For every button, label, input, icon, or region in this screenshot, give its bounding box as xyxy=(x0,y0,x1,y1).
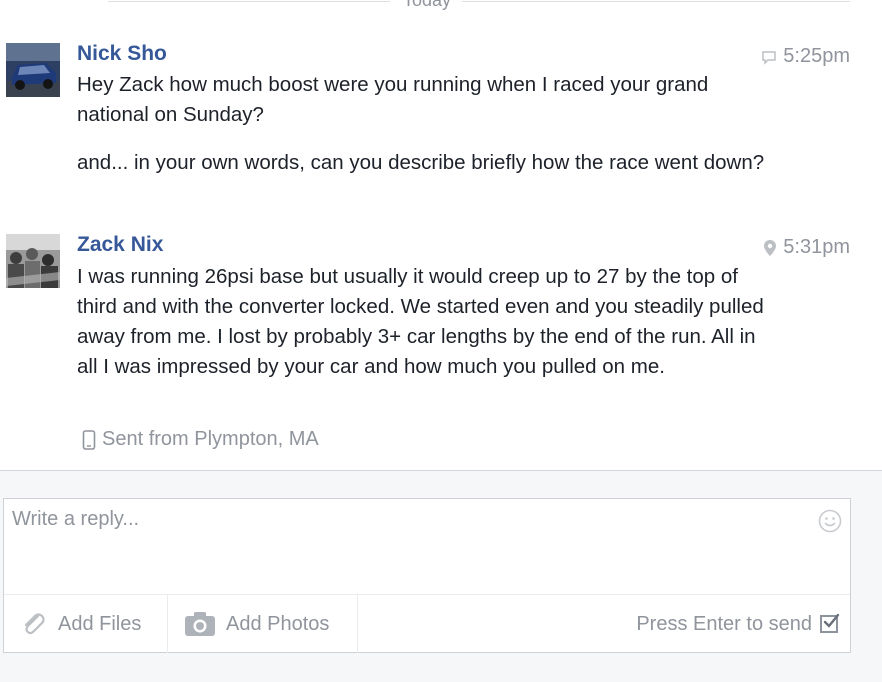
avatar-car-image xyxy=(6,43,60,97)
location-pin-icon xyxy=(764,239,777,256)
day-divider-label: Today xyxy=(402,0,452,10)
press-enter-checkbox[interactable] xyxy=(820,613,840,633)
camera-icon xyxy=(185,612,215,636)
reply-composer: Add Files Add Photos Press Enter to send xyxy=(3,498,851,653)
add-photos-label: Add Photos xyxy=(226,612,330,635)
message-time: 5:25pm xyxy=(761,45,850,68)
checkmark-icon xyxy=(823,613,840,628)
avatar-crowd-image xyxy=(6,234,60,288)
paperclip-icon xyxy=(24,613,45,635)
message-text: and... in your own words, can you descri… xyxy=(77,151,765,174)
message-text: Hey Zack how much boost were you running… xyxy=(77,73,709,126)
message-time: 5:31pm xyxy=(763,236,850,259)
avatar[interactable] xyxy=(6,234,60,288)
add-files-label: Add Files xyxy=(58,612,142,635)
emoji-icon[interactable] xyxy=(818,509,842,533)
sent-from: Sent from Plympton, MA xyxy=(82,428,319,451)
mobile-phone-icon xyxy=(82,429,96,450)
press-enter-label: Press Enter to send xyxy=(636,612,812,635)
avatar[interactable] xyxy=(6,43,60,97)
day-divider: Today xyxy=(0,0,860,14)
sent-from-label: Sent from Plympton, MA xyxy=(102,428,319,450)
reply-input[interactable] xyxy=(4,499,850,594)
message-time-label: 5:31pm xyxy=(783,236,850,258)
press-enter-toggle[interactable]: Press Enter to send xyxy=(636,595,840,653)
message-time-label: 5:25pm xyxy=(783,45,850,67)
add-photos-button[interactable]: Add Photos xyxy=(168,595,358,653)
composer-area: Add Files Add Photos Press Enter to send xyxy=(0,470,882,682)
message-thread: Today Nick Sho 5:25pm Hey Zack how much … xyxy=(0,0,882,470)
message-author[interactable]: Zack Nix xyxy=(77,233,163,257)
message-text: I was running 26psi base but usually it … xyxy=(77,265,764,378)
message-author[interactable]: Nick Sho xyxy=(77,42,167,66)
composer-toolbar: Add Files Add Photos Press Enter to send xyxy=(4,594,850,653)
add-files-button[interactable]: Add Files xyxy=(4,595,168,653)
chat-bubble-icon xyxy=(762,50,777,65)
